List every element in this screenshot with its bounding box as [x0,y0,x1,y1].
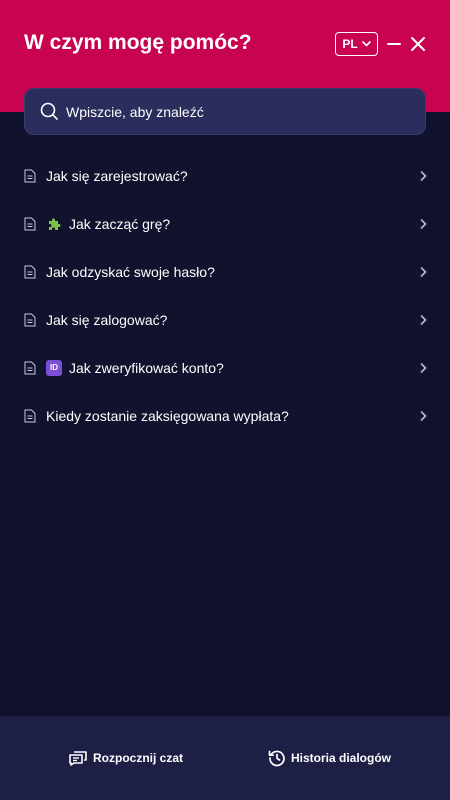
document-icon [24,217,36,231]
page-title: W czym mogę pomóc? [24,31,252,54]
faq-item-recover-password[interactable]: Jak odzyskać swoje hasło? [0,248,450,296]
search-input[interactable] [66,103,386,120]
document-icon [24,265,36,279]
faq-item-label: Jak zacząć grę? [69,216,171,232]
start-chat-label: Rozpocznij czat [93,751,184,765]
faq-item-text: ID Jak zweryfikować konto? [46,360,224,376]
close-button[interactable] [408,34,428,54]
chevron-right-icon [420,267,427,277]
chevron-right-icon [420,363,427,373]
search-icon [40,102,58,120]
chevron-right-icon [420,315,427,325]
document-icon [24,409,36,423]
faq-item-login[interactable]: Jak się zalogować? [0,296,450,344]
document-icon [24,313,36,327]
faq-item-text: Jak zacząć grę? [46,216,170,232]
history-icon [268,750,285,767]
faq-item-label: Jak zweryfikować konto? [69,360,224,376]
minimize-button[interactable] [386,34,402,54]
faq-item-label: Jak się zarejestrować? [46,168,188,184]
close-icon [411,37,425,51]
chevron-right-icon [420,219,427,229]
language-value: PL [342,37,358,51]
faq-item-label: Kiedy zostanie zaksięgowana wypłata? [46,408,289,424]
start-chat-button[interactable]: Rozpocznij czat [68,748,183,768]
footer: Rozpocznij czat Historia dialogów [0,716,450,800]
id-emoji: ID [46,360,62,376]
faq-item-start-game[interactable]: Jak zacząć grę? [0,200,450,248]
history-label: Historia dialogów [291,751,392,765]
chevron-down-icon [361,41,371,47]
minimize-icon [387,43,401,45]
history-button[interactable]: Historia dialogów [268,748,391,768]
faq-item-withdrawal[interactable]: Kiedy zostanie zaksięgowana wypłata? [0,392,450,440]
chat-icon [69,751,87,766]
puzzle-piece-emoji [46,216,62,232]
search-box[interactable] [24,88,426,135]
document-icon [24,169,36,183]
document-icon [24,361,36,375]
chevron-right-icon [420,171,427,181]
faq-item-verify-account[interactable]: ID Jak zweryfikować konto? [0,344,450,392]
chevron-right-icon [420,411,427,421]
faq-item-label: Jak odzyskać swoje hasło? [46,264,215,280]
faq-list: Jak się zarejestrować? Jak zacząć grę? J… [0,152,450,440]
language-select[interactable]: PL [335,32,378,56]
faq-item-label: Jak się zalogować? [46,312,168,328]
faq-item-register[interactable]: Jak się zarejestrować? [0,152,450,200]
